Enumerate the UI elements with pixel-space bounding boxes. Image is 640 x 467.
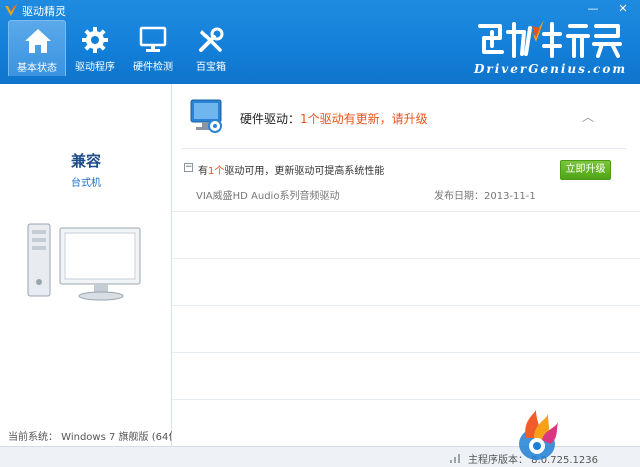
group-collapse-toggle[interactable]: − bbox=[184, 163, 193, 172]
gear-icon bbox=[82, 27, 108, 53]
row-divider bbox=[172, 399, 640, 400]
nav-drivers[interactable]: 驱动程序 bbox=[66, 20, 124, 76]
nav-toolbox[interactable]: 百宝箱 bbox=[182, 20, 240, 76]
row-divider bbox=[172, 211, 640, 212]
app-logo-icon bbox=[5, 4, 17, 16]
brand-english: DriverGenius.com bbox=[474, 62, 628, 76]
upgrade-now-button[interactable]: 立即升级 bbox=[560, 160, 611, 180]
row-divider bbox=[172, 258, 640, 259]
header-bar: 驱动精灵 — ✕ 基本状态 驱动程序 硬件检测 百宝箱 DriverGenius… bbox=[0, 0, 640, 84]
group-prefix: 有 bbox=[198, 166, 208, 177]
brand-chinese-logo-icon bbox=[478, 20, 622, 58]
brand-logo: DriverGenius.com bbox=[460, 18, 630, 80]
hardware-driver-icon bbox=[190, 99, 222, 133]
nav-basic-status[interactable]: 基本状态 bbox=[8, 20, 66, 76]
category-label: 硬件驱动： bbox=[240, 112, 301, 126]
main-nav: 基本状态 驱动程序 硬件检测 百宝箱 bbox=[8, 20, 240, 76]
minimize-button[interactable]: — bbox=[584, 2, 602, 16]
tools-icon bbox=[199, 27, 224, 52]
close-button[interactable]: ✕ bbox=[614, 2, 632, 16]
nav-label: 百宝箱 bbox=[196, 62, 226, 73]
desktop-computer-icon bbox=[27, 223, 141, 301]
nav-hardware-check[interactable]: 硬件检测 bbox=[124, 20, 182, 76]
current-os-label: 当前系统： Windows 7 旗舰版 (64位) bbox=[8, 432, 183, 443]
right-panel: 硬件驱动：1个驱动有更新，请升级 ︿ − 有1个驱动可用，更新驱动可提高系统性能… bbox=[172, 84, 640, 446]
title-bar[interactable]: 驱动精灵 — ✕ bbox=[0, 0, 640, 20]
driver-name[interactable]: VIA威盛HD Audio系列音频驱动 bbox=[196, 187, 339, 202]
hardware-driver-heading: 硬件驱动：1个驱动有更新，请升级 bbox=[240, 110, 428, 127]
nav-label: 驱动程序 bbox=[75, 62, 115, 73]
compat-status-title: 兼容 bbox=[70, 152, 101, 170]
signal-bars-icon bbox=[450, 454, 460, 463]
nav-label: 硬件检测 bbox=[133, 62, 173, 73]
nav-label: 基本状态 bbox=[17, 63, 57, 74]
driver-release-date: 发布日期：2013-11-1 bbox=[434, 191, 536, 202]
group-suffix: 驱动可用，更新驱动可提高系统性能 bbox=[224, 166, 385, 177]
row-divider bbox=[172, 305, 640, 306]
update-status-text: 1个驱动有更新，请升级 bbox=[300, 112, 428, 126]
watermark-logo-icon bbox=[519, 410, 558, 460]
group-count: 1个 bbox=[208, 166, 225, 177]
monitor-icon bbox=[139, 26, 167, 52]
collapse-chevron-icon[interactable]: ︿ bbox=[580, 108, 596, 124]
row-divider bbox=[172, 352, 640, 353]
divider bbox=[182, 148, 626, 149]
device-type: 台式机 bbox=[71, 178, 101, 189]
left-panel: 兼容 台式机 当前系统： Windows 7 旗舰版 (64位) bbox=[0, 84, 182, 446]
home-icon bbox=[25, 29, 51, 53]
group-summary: 有1个驱动可用，更新驱动可提高系统性能 bbox=[198, 162, 384, 177]
window-title: 驱动精灵 bbox=[22, 5, 66, 18]
